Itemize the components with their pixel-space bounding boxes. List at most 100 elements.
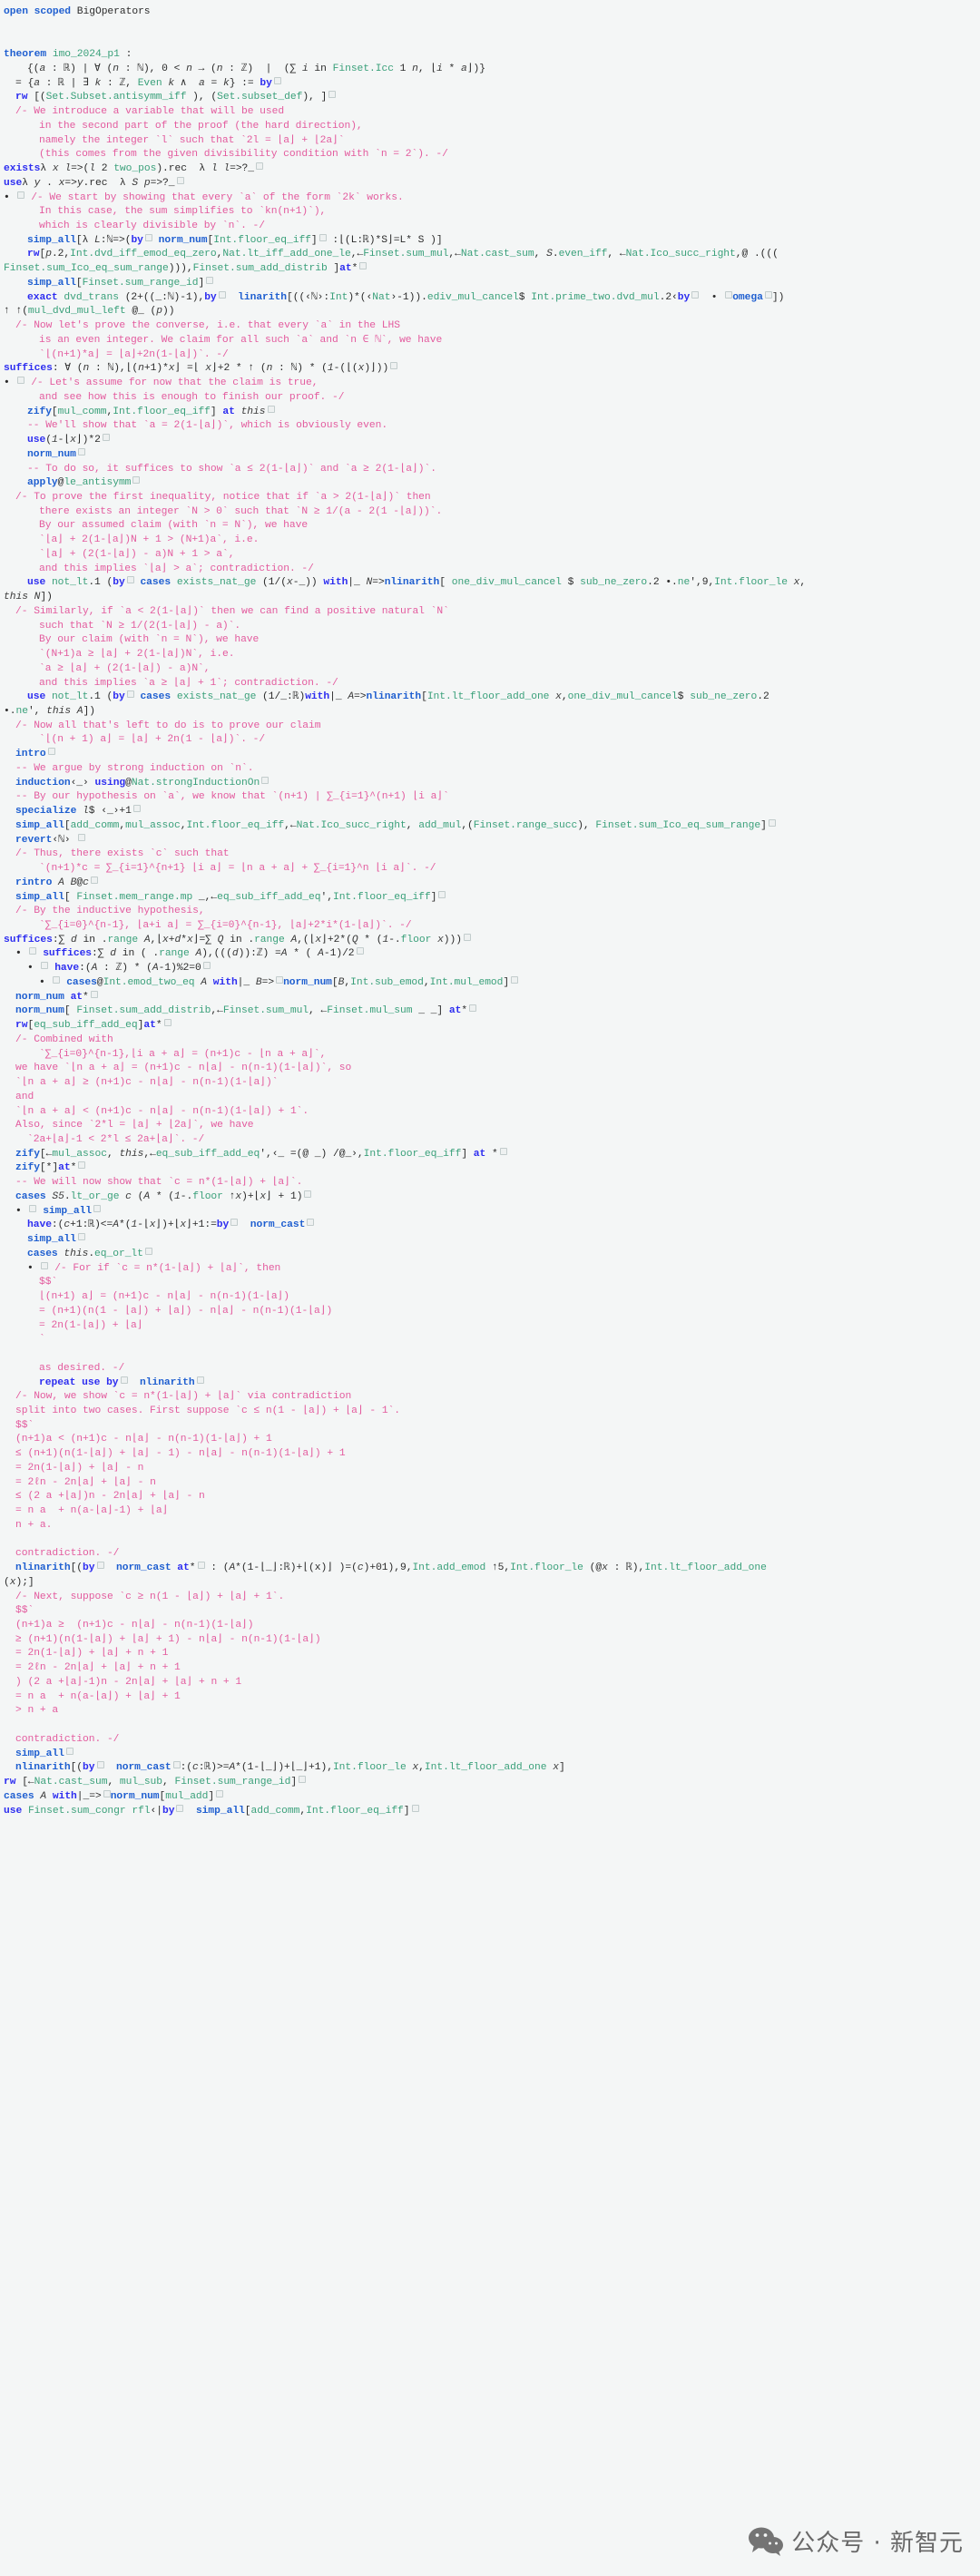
code-token: ≥ (n+1)(n(1-⌊a⌋) + ⌊a⌋ + 1) - n⌊a⌋ - n(n… [15, 1633, 321, 1645]
goal-state-marker[interactable] [102, 434, 110, 442]
goal-state-marker[interactable] [202, 962, 211, 970]
goal-state-marker[interactable] [390, 362, 398, 370]
goal-state-marker[interactable] [196, 1376, 204, 1384]
code-token: )+01),9, [363, 1562, 413, 1574]
goal-state-marker[interactable] [65, 1747, 74, 1755]
goal-state-marker[interactable] [261, 776, 270, 784]
goal-state-marker[interactable] [17, 191, 25, 199]
goal-state-marker[interactable] [41, 962, 49, 970]
goal-state-marker[interactable] [126, 691, 134, 699]
goal-state-marker[interactable] [438, 890, 446, 898]
goal-state-marker[interactable] [78, 1161, 86, 1170]
code-token: zify [27, 406, 52, 417]
goal-state-marker[interactable] [96, 1761, 104, 1769]
goal-state-marker[interactable] [299, 1776, 307, 1784]
code-token: * [442, 63, 462, 74]
goal-state-marker[interactable] [132, 476, 141, 485]
goal-state-marker[interactable] [78, 833, 86, 841]
goal-state-marker[interactable] [216, 1789, 224, 1797]
goal-state-marker[interactable] [29, 1204, 37, 1212]
code-line: simp_all[Finset.sum_range_id] [0, 276, 980, 291]
code-token: ), [577, 819, 596, 831]
code-token: imo_2024_p1 [52, 49, 120, 61]
code-token: ).rec λ [156, 163, 211, 175]
code-token: ∧ [174, 77, 200, 89]
code-token: this [4, 592, 28, 603]
goal-state-marker[interactable] [77, 447, 85, 455]
goal-state-marker[interactable] [172, 1761, 181, 1769]
goal-state-marker[interactable] [176, 176, 184, 184]
goal-state-marker[interactable] [464, 933, 471, 941]
code-token: * [461, 1005, 468, 1017]
goal-state-marker[interactable] [328, 91, 337, 99]
code-token: *(1-⌊_⌋:ℝ)+⌊(x)⌋ )=( [235, 1562, 358, 1574]
goal-state-marker[interactable] [318, 233, 327, 241]
goal-state-marker[interactable] [29, 947, 37, 955]
goal-state-marker[interactable] [77, 1233, 85, 1241]
code-token: Finset.sum_add_distrib [76, 1005, 211, 1017]
code-line: = {a : ℝ | ∃ k : ℤ, Even k ∧ a = k} := b… [0, 76, 980, 92]
goal-state-marker[interactable] [411, 1804, 419, 1812]
goal-state-marker[interactable] [359, 262, 368, 270]
goal-state-marker[interactable] [218, 290, 226, 299]
goal-state-marker[interactable] [764, 290, 772, 299]
code-token: .1 ( [88, 691, 113, 703]
code-line: and this implies `a ≥ ⌊a⌋ + 1`; contradi… [0, 677, 980, 691]
goal-state-marker[interactable] [93, 1204, 102, 1212]
goal-state-marker[interactable] [273, 76, 281, 84]
code-token: ne [677, 577, 691, 589]
goal-state-marker[interactable] [304, 1190, 312, 1198]
code-token: l [89, 163, 95, 175]
goal-state-marker[interactable] [206, 276, 214, 284]
goal-state-marker[interactable] [691, 290, 700, 299]
goal-state-marker[interactable] [725, 290, 733, 299]
goal-state-marker[interactable] [256, 162, 264, 171]
code-token: at [222, 406, 235, 417]
goal-state-marker[interactable] [90, 990, 98, 998]
code-token: ‹ℕ› [52, 834, 77, 846]
code-line: repeat use by nlinarith [0, 1376, 980, 1391]
code-line: $$` [0, 1276, 980, 1290]
code-token: by [83, 1562, 95, 1574]
code-token: ))), [168, 263, 193, 275]
goal-state-marker[interactable] [356, 947, 364, 955]
goal-state-marker[interactable] [53, 975, 61, 984]
goal-state-marker[interactable] [126, 576, 134, 584]
code-token: exact [27, 291, 58, 303]
goal-state-marker[interactable] [469, 1004, 477, 1013]
code-editor-pane[interactable]: open scoped BigOperators theorem imo_202… [0, 0, 980, 2576]
code-line: `⌊n a + a⌋ ≥ (n+1)c - n⌊a⌋ - n(n-1)(1-⌊a… [0, 1076, 980, 1091]
code-token: at [58, 1162, 71, 1174]
code-token: [( [70, 1562, 83, 1574]
goal-state-marker[interactable] [307, 1219, 315, 1227]
goal-state-marker[interactable] [17, 377, 25, 385]
goal-state-marker[interactable] [267, 405, 275, 413]
code-token: c [192, 1762, 199, 1774]
goal-state-marker[interactable] [276, 975, 284, 984]
goal-state-marker[interactable] [90, 876, 98, 884]
code-token: cases [140, 691, 172, 703]
code-token: /- Now, we show `c = n*(1-⌊a⌋) + ⌊a⌋` vi… [15, 1391, 352, 1403]
goal-state-marker[interactable] [47, 748, 55, 756]
goal-state-marker[interactable] [230, 1219, 239, 1227]
code-token: ',‹_ =(@ _) /@_›, [260, 1148, 364, 1160]
goal-state-marker[interactable] [144, 233, 152, 241]
code-token: this [64, 1248, 89, 1259]
code-token: /- For if `c = n*(1-⌊a⌋) + ⌊a⌋`, then [54, 1262, 281, 1274]
goal-state-marker[interactable] [163, 1019, 172, 1027]
goal-state-marker[interactable] [511, 975, 519, 984]
code-line: norm_num [0, 447, 980, 463]
code-token: at [70, 991, 83, 1003]
goal-state-marker[interactable] [768, 818, 776, 827]
goal-state-marker[interactable] [499, 1147, 507, 1155]
goal-state-marker[interactable] [103, 1789, 111, 1797]
goal-state-marker[interactable] [41, 1261, 49, 1269]
goal-state-marker[interactable] [120, 1376, 128, 1384]
goal-state-marker[interactable] [144, 1247, 152, 1255]
code-token: ‹_› [70, 777, 95, 788]
code-token: `⌊n a + a⌋ < (n+1)c - n⌊a⌋ - n(n-1)(1-⌊a… [15, 1105, 309, 1117]
goal-state-marker[interactable] [132, 805, 141, 813]
goal-state-marker[interactable] [96, 1562, 104, 1570]
goal-state-marker[interactable] [197, 1562, 205, 1570]
goal-state-marker[interactable] [176, 1804, 184, 1812]
